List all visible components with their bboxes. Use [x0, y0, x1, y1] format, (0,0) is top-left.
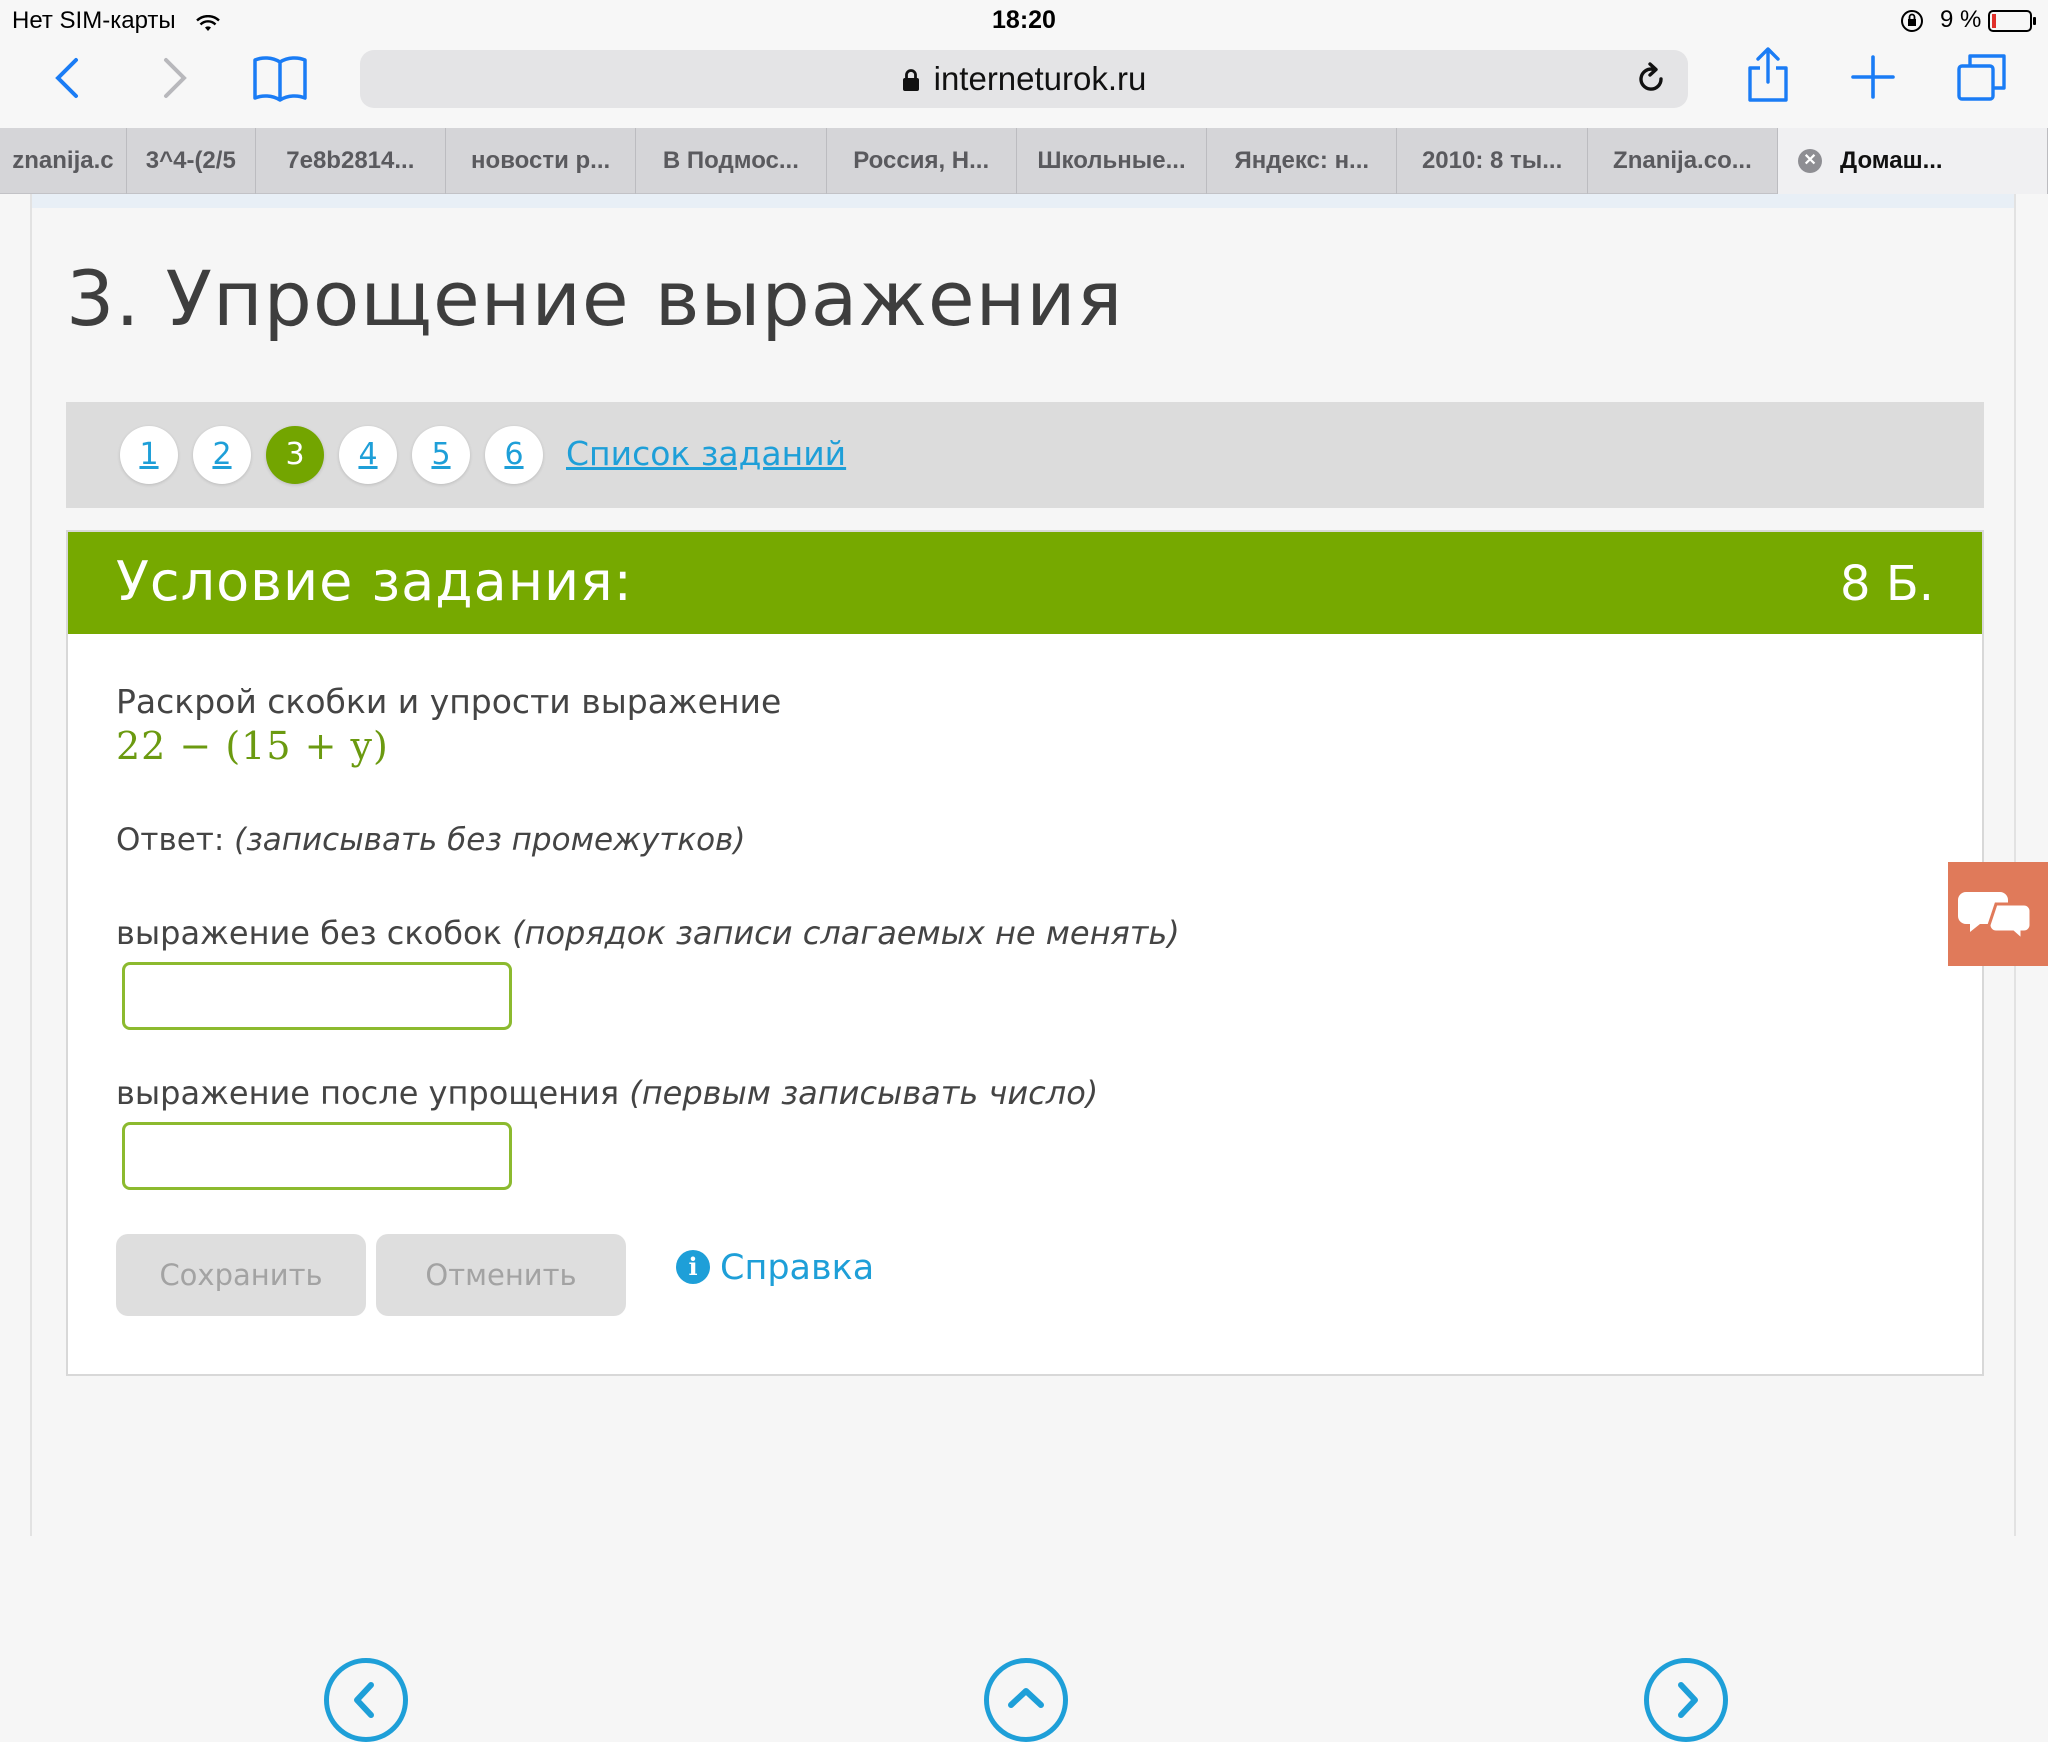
- reload-icon[interactable]: [1634, 62, 1668, 100]
- cancel-button[interactable]: Отменить: [376, 1234, 626, 1316]
- browser-tab[interactable]: 3^4-(2/5: [127, 128, 256, 194]
- browser-tab[interactable]: Яндекс: н...: [1207, 128, 1398, 194]
- task-number-1[interactable]: 1: [120, 426, 178, 484]
- share-icon[interactable]: [1744, 46, 1792, 108]
- browser-toolbar: interneturok.ru: [0, 40, 2048, 128]
- browser-tab-strip: znanija.c 3^4-(2/5 7e8b2814... новости р…: [0, 128, 2048, 194]
- forward-icon[interactable]: [160, 56, 190, 104]
- expression-without-brackets-input[interactable]: [122, 962, 512, 1030]
- tab-label: Яндекс: н...: [1234, 147, 1370, 174]
- tab-label: Znanija.co...: [1613, 147, 1752, 174]
- chevron-left-icon: [354, 1682, 374, 1718]
- tab-label: 3^4-(2/5: [145, 147, 236, 174]
- back-icon[interactable]: [52, 56, 82, 104]
- browser-tab[interactable]: Россия, Н...: [827, 128, 1017, 194]
- answer-hint: (записывать без промежутков): [234, 822, 746, 858]
- task-header-title: Условие задания:: [116, 550, 633, 613]
- battery-percent: 9 %: [1940, 6, 1982, 33]
- field2-hint: (первым записывать число): [629, 1074, 1099, 1112]
- browser-tab[interactable]: 2010: 8 ты...: [1397, 128, 1588, 194]
- task-number-2[interactable]: 2: [193, 426, 251, 484]
- browser-tab[interactable]: Znanija.co...: [1588, 128, 1779, 194]
- save-button[interactable]: Сохранить: [116, 1234, 366, 1316]
- task-card: Условие задания: 8 Б. Раскрой скобки и у…: [66, 530, 1984, 1376]
- tab-label: новости р...: [471, 147, 611, 174]
- field2-label-row: выражение после упрощения (первым записы…: [116, 1074, 1098, 1112]
- tab-label: Домаш...: [1840, 147, 1943, 174]
- next-task-button[interactable]: [1644, 1658, 1728, 1742]
- tab-label: znanija.c: [12, 147, 114, 174]
- close-tab-icon[interactable]: ✕: [1798, 149, 1823, 173]
- chevron-right-icon: [1678, 1682, 1698, 1718]
- scroll-to-top-button[interactable]: [984, 1658, 1068, 1742]
- bookmarks-icon[interactable]: [252, 54, 308, 106]
- browser-tab[interactable]: Школьные...: [1017, 128, 1208, 194]
- address-bar[interactable]: interneturok.ru: [360, 50, 1688, 108]
- tab-label: Россия, Н...: [853, 147, 990, 174]
- chevron-up-icon: [1008, 1688, 1044, 1708]
- task-number-3-current[interactable]: 3: [266, 426, 324, 484]
- padlock-icon: [902, 62, 920, 100]
- task-number-4[interactable]: 4: [339, 426, 397, 484]
- help-link[interactable]: i Справка: [676, 1248, 874, 1288]
- browser-tab[interactable]: znanija.c: [0, 128, 127, 194]
- web-page: 3. Упрощение выражения 1 2 3 4 5 6 Списо…: [30, 194, 2016, 1742]
- browser-tab[interactable]: В Подмос...: [636, 128, 827, 194]
- url-text: interneturok.ru: [933, 60, 1147, 97]
- browser-tab[interactable]: 7e8b2814...: [256, 128, 446, 194]
- task-number-6[interactable]: 6: [485, 426, 543, 484]
- chat-button[interactable]: [1948, 862, 2048, 966]
- tab-label: В Подмос...: [662, 147, 799, 174]
- tab-label: 7e8b2814...: [286, 147, 415, 174]
- task-navigation: 1 2 3 4 5 6 Список заданий: [66, 402, 1984, 508]
- field2-label: выражение после упрощения: [116, 1074, 620, 1112]
- clock: 18:20: [992, 6, 1056, 34]
- simplified-expression-input[interactable]: [122, 1122, 512, 1190]
- field1-label-row: выражение без скобок (порядок записи сла…: [116, 914, 1180, 952]
- tabs-overview-icon[interactable]: [1956, 52, 2008, 106]
- new-tab-icon[interactable]: [1850, 54, 1896, 104]
- task-list-link[interactable]: Список заданий: [566, 434, 846, 473]
- math-expression: 22 − (15 + y): [116, 724, 389, 768]
- status-bar: Нет SIM-карты 18:20 9 %: [0, 0, 2048, 40]
- help-label: Справка: [720, 1248, 875, 1288]
- chat-bubbles-icon: [1958, 892, 2033, 944]
- task-header: Условие задания: 8 Б.: [68, 532, 1982, 634]
- task-number-5[interactable]: 5: [412, 426, 470, 484]
- field1-hint: (порядок записи слагаемых не менять): [512, 914, 1180, 952]
- question-text: Раскрой скобки и упрости выражение: [116, 682, 782, 721]
- previous-task-button[interactable]: [324, 1658, 408, 1742]
- answer-instruction: Ответ: (записывать без промежутков): [116, 822, 745, 858]
- browser-tab-active[interactable]: ✕ Домаш...: [1778, 128, 2048, 194]
- page-title: 3. Упрощение выражения: [66, 254, 1124, 343]
- orientation-lock-icon: [1900, 9, 1924, 40]
- task-score: 8 Б.: [1840, 556, 1934, 612]
- tab-label: Школьные...: [1037, 147, 1186, 174]
- battery-icon: [1988, 10, 2038, 39]
- browser-tab[interactable]: новости р...: [446, 128, 637, 194]
- page-top-strip: [32, 194, 2014, 208]
- tab-label: 2010: 8 ты...: [1421, 147, 1563, 174]
- field1-label: выражение без скобок: [116, 914, 502, 952]
- answer-label: Ответ:: [116, 822, 225, 858]
- info-icon: i: [676, 1250, 710, 1284]
